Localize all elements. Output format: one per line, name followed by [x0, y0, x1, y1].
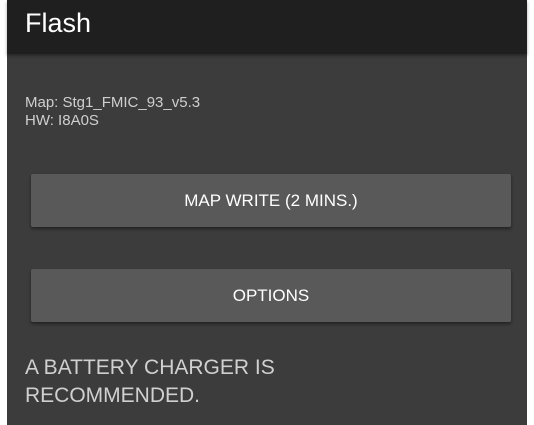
map-info-text: Map: Stg1_FMIC_93_v5.3 — [25, 94, 201, 111]
hw-info-text: HW: I8A0S — [25, 112, 99, 129]
flash-screen: Flash Map: Stg1_FMIC_93_v5.3 HW: I8A0S M… — [7, 0, 527, 425]
screen-title: Flash — [25, 8, 92, 38]
notice-line-1: A BATTERY CHARGER IS — [25, 356, 275, 379]
options-button[interactable]: OPTIONS — [31, 269, 511, 322]
battery-notice: A BATTERY CHARGER IS RECOMMENDED. — [25, 354, 495, 410]
notice-line-2: RECOMMENDED. — [25, 384, 201, 407]
title-bar: Flash — [7, 0, 527, 54]
map-write-button[interactable]: MAP WRITE (2 MINS.) — [31, 174, 511, 227]
device-info: Map: Stg1_FMIC_93_v5.3 HW: I8A0S — [25, 94, 200, 130]
